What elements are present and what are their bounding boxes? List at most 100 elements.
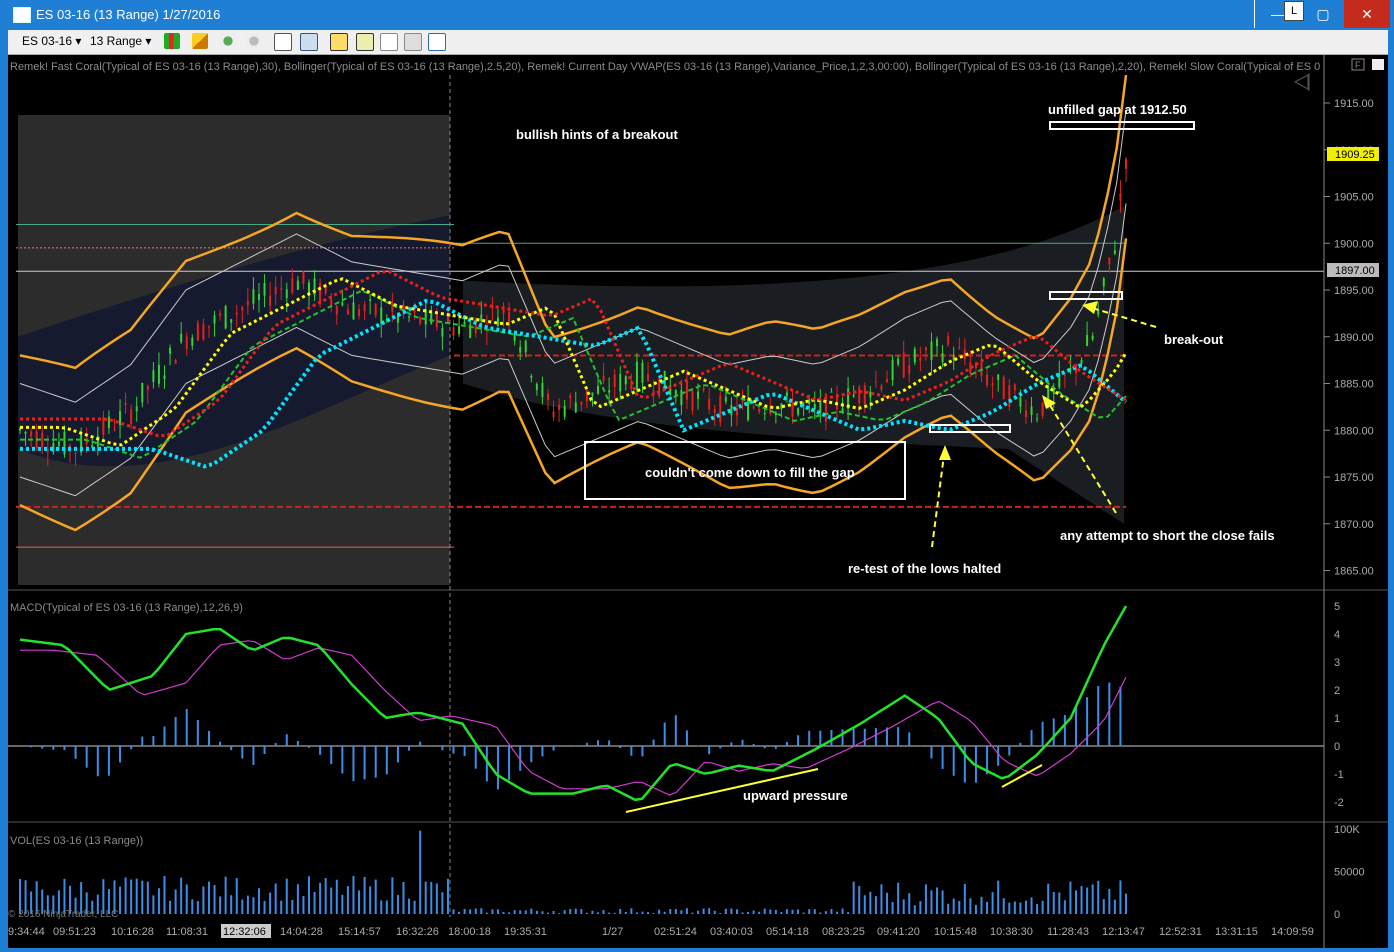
last-price-value: 1909.25 [1335,149,1375,161]
indicators-icon[interactable] [380,33,398,51]
macd-bar [941,746,944,769]
macd-bar [330,746,333,765]
volume-bar [413,900,416,914]
volume-bar [285,878,288,914]
panel-collapse-icon[interactable] [1293,73,1310,91]
volume-bar [902,899,905,914]
volume-bar [569,908,572,914]
strategies-icon[interactable] [356,33,374,51]
macd-histogram [30,682,1122,790]
volume-bar [930,890,933,914]
macd-bar [196,719,199,746]
volume-bar [524,910,527,914]
volume-bar [235,878,238,914]
crosshair-icon[interactable] [220,33,236,49]
volume-bar [1002,898,1005,914]
volume-label: VOL(ES 03-16 (13 Range)) [10,835,143,847]
zoom-icon[interactable] [300,33,318,51]
maximize-button[interactable]: ▢ [1300,0,1346,28]
properties-icon[interactable] [246,33,262,49]
volume-bar [241,899,244,914]
volume-bar [230,895,233,914]
macd-bar [785,741,788,746]
volume-bar [319,882,322,914]
volume-bar [835,911,838,914]
volume-bar [947,903,950,914]
volume-bar [1102,899,1105,914]
attempt-short-label: any attempt to short the close fails [1060,528,1275,543]
volume-bar [685,908,688,914]
volume-bar [986,901,989,914]
volume-bar [874,896,877,914]
window-title: ES 03-16 (13 Range) 1/27/2016 [36,7,221,22]
volume-bar [769,909,772,914]
volume-bar [207,881,210,914]
pencil-icon[interactable] [192,33,208,49]
macd-bar [474,746,477,769]
macd-tick-label: -1 [1334,769,1344,781]
volume-bar [863,895,866,914]
volume-bar [730,908,733,914]
volume-bar [185,884,188,914]
volume-bar [446,878,449,914]
time-tick-label: 11:28:43 [1047,926,1089,938]
price-tick-label: 1875.00 [1334,472,1374,484]
template-icon[interactable] [404,33,422,51]
volume-bar [224,876,227,914]
volume-bar [146,881,149,914]
volume-bar [1119,880,1122,914]
level-marker-value: 1897.00 [1335,265,1375,277]
macd-bar [185,709,188,746]
lock-button[interactable]: L [1284,1,1304,21]
volume-bar [324,878,327,914]
volume-bar [369,886,372,914]
macd-bar [119,746,122,763]
window-linking-icon[interactable] [428,33,446,51]
macd-bar [874,728,877,746]
volume-bars [19,830,1127,914]
macd-bar [63,746,66,750]
macd-bar [597,740,600,746]
chart-trader-icon[interactable] [330,33,348,51]
volume-bar [335,879,338,914]
macd-axis: 5 4 3 2 1 0 -1 -2 [1334,601,1344,809]
upward-pressure-label: upward pressure [743,788,848,803]
time-tick-label: 10:38:30 [990,926,1033,938]
floating-icon[interactable]: F [1355,60,1361,70]
macd-bar [752,744,755,746]
macd-tick-label: 5 [1334,601,1340,613]
volume-bar [747,911,750,914]
price-tick-label: 1895.00 [1334,285,1374,297]
volume-bar [808,909,811,914]
volume-bar [708,908,711,914]
macd-bar [96,746,99,777]
chart-area[interactable]: Remek! Fast Coral(Typical of ES 03-16 (1… [8,55,1388,948]
close-button[interactable]: ✕ [1344,0,1390,28]
macd-bar [74,746,77,759]
time-tick-label: 02:51:24 [654,926,697,938]
price-tick-label: 1915.00 [1334,98,1374,110]
indicator-label: Remek! Fast Coral(Typical of ES 03-16 (1… [10,61,1320,73]
interval-selector[interactable]: 13 Range ▾ [90,34,151,48]
volume-bar [169,900,172,914]
volume-bar [269,892,272,914]
macd-bar [897,727,900,746]
bar-type-icon[interactable] [164,33,180,49]
volume-bar [563,910,566,914]
couldnt-fill-label: couldn't come down to fill the gap [645,465,855,480]
macd-bar [152,735,155,746]
volume-bar [819,912,822,914]
volume-bar [1091,884,1094,914]
data-box-icon[interactable] [274,33,292,51]
macd-bar [530,746,533,763]
price-tick-label: 1905.00 [1334,192,1374,204]
volume-bar [913,905,916,914]
macd-bar [1019,742,1022,746]
instrument-selector[interactable]: ES 03-16 ▾ [22,34,81,48]
macd-tick-label: 3 [1334,657,1340,669]
price-tick-label: 1890.00 [1334,332,1374,344]
macd-bar [219,741,222,746]
volume-bar [374,879,377,914]
volume-bar [574,908,577,914]
title-bar: ES 03-16 (13 Range) 1/27/2016 — ▢ L ✕ [0,0,1394,30]
